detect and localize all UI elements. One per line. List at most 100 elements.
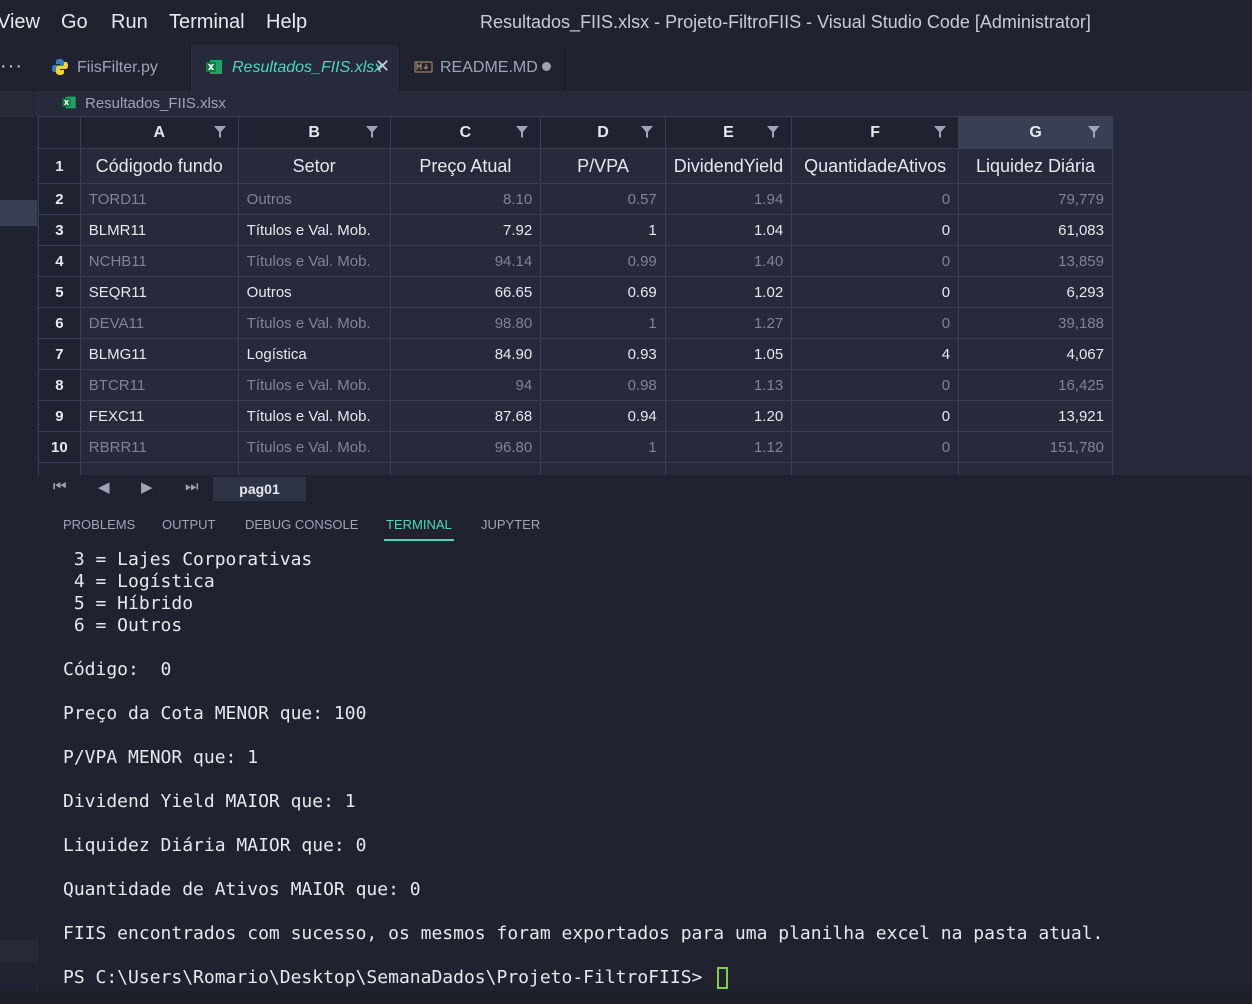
header-cell[interactable]: QuantidadeAtivos <box>791 148 960 184</box>
table-cell[interactable]: 8.10 <box>389 183 542 215</box>
more-actions-icon[interactable]: ··· <box>0 55 23 78</box>
table-cell[interactable]: 0 <box>791 245 960 277</box>
table-cell[interactable]: 0 <box>791 369 960 401</box>
sidebar-footer-item[interactable] <box>0 940 37 962</box>
row-number[interactable] <box>38 462 81 475</box>
menu-go[interactable]: Go <box>61 11 88 34</box>
table-cell[interactable]: 0.99 <box>540 245 666 277</box>
filter-icon[interactable] <box>934 125 947 139</box>
table-cell[interactable]: BTCR11 <box>79 369 239 401</box>
menu-terminal[interactable]: Terminal <box>169 11 245 34</box>
column-header-g[interactable]: G <box>958 116 1113 149</box>
last-sheet-icon[interactable]: ⏭ <box>185 478 199 495</box>
filter-icon[interactable] <box>516 125 529 139</box>
table-cell[interactable]: Outros <box>237 183 391 215</box>
row-number[interactable]: 7 <box>38 338 81 370</box>
row-number[interactable]: 6 <box>38 307 81 339</box>
table-cell[interactable]: 1.27 <box>664 307 793 339</box>
table-cell[interactable]: 0.93 <box>540 338 666 370</box>
table-cell[interactable]: 0 <box>791 307 960 339</box>
table-cell[interactable]: 66.65 <box>389 276 542 308</box>
header-cell[interactable]: Liquidez Diária <box>958 148 1113 184</box>
table-cell[interactable]: 0 <box>791 214 960 246</box>
table-cell[interactable]: 6,293 <box>958 276 1113 308</box>
row-number[interactable]: 3 <box>38 214 81 246</box>
table-cell[interactable]: 0.98 <box>540 369 666 401</box>
table-cell[interactable]: Títulos e Val. Mob. <box>237 307 391 339</box>
table-cell[interactable]: 1.12 <box>664 431 793 463</box>
table-cell[interactable] <box>958 462 1113 475</box>
filter-icon[interactable] <box>365 125 378 139</box>
table-cell[interactable]: 0 <box>791 183 960 215</box>
table-cell[interactable]: BLMR11 <box>79 214 239 246</box>
table-cell[interactable]: Títulos e Val. Mob. <box>237 245 391 277</box>
header-cell[interactable]: Preço Atual <box>389 148 542 184</box>
tab-debug-console[interactable]: DEBUG CONSOLE <box>245 517 358 532</box>
column-header-e[interactable]: E <box>664 116 793 149</box>
table-cell[interactable]: 87.68 <box>389 400 542 432</box>
tab-readme[interactable]: README.MD <box>400 45 565 91</box>
close-icon[interactable]: ✕ <box>375 56 390 77</box>
row-number[interactable]: 5 <box>38 276 81 308</box>
filter-icon[interactable] <box>213 125 226 139</box>
unsaved-dot-icon[interactable] <box>542 62 551 71</box>
table-cell[interactable]: RBRR11 <box>79 431 239 463</box>
header-cell[interactable]: Setor <box>237 148 391 184</box>
table-cell[interactable]: SEQR11 <box>79 276 239 308</box>
tab-terminal[interactable]: TERMINAL <box>386 517 452 532</box>
first-sheet-icon[interactable]: ⏮ <box>53 478 67 495</box>
table-cell[interactable]: 1.13 <box>664 369 793 401</box>
row-number[interactable]: 10 <box>38 431 81 463</box>
table-cell[interactable]: NCHB11 <box>79 245 239 277</box>
table-cell[interactable]: 98.80 <box>389 307 542 339</box>
table-cell[interactable]: 94.14 <box>389 245 542 277</box>
sheet-tab[interactable]: pag01 <box>213 477 306 501</box>
table-cell[interactable]: 96.80 <box>389 431 542 463</box>
row-number[interactable]: 9 <box>38 400 81 432</box>
table-cell[interactable]: Outros <box>237 276 391 308</box>
table-cell[interactable]: 7.92 <box>389 214 542 246</box>
filter-icon[interactable] <box>640 125 653 139</box>
table-cell[interactable]: Logística <box>237 338 391 370</box>
row-number[interactable]: 4 <box>38 245 81 277</box>
table-cell[interactable]: 4,067 <box>958 338 1113 370</box>
table-cell[interactable]: 13,921 <box>958 400 1113 432</box>
column-header-a[interactable]: A <box>79 116 239 149</box>
row-number[interactable]: 2 <box>38 183 81 215</box>
table-cell[interactable]: 1 <box>540 307 666 339</box>
header-cell[interactable]: P/VPA <box>540 148 666 184</box>
select-all-corner[interactable] <box>38 116 81 149</box>
next-sheet-icon[interactable]: ▶ <box>141 478 153 496</box>
tab-problems[interactable]: PROBLEMS <box>63 517 135 532</box>
table-cell[interactable]: 1.94 <box>664 183 793 215</box>
terminal-cursor[interactable] <box>717 967 728 989</box>
table-cell[interactable]: 1.40 <box>664 245 793 277</box>
table-cell[interactable]: 13,859 <box>958 245 1113 277</box>
table-cell[interactable] <box>791 462 960 475</box>
table-cell[interactable]: 4 <box>791 338 960 370</box>
menu-run[interactable]: Run <box>111 11 148 34</box>
tab-resultados-fiis[interactable]: Resultados_FIIS.xlsx ✕ <box>191 45 400 91</box>
table-cell[interactable]: TORD11 <box>79 183 239 215</box>
table-cell[interactable] <box>389 462 542 475</box>
table-cell[interactable] <box>237 462 391 475</box>
table-cell[interactable] <box>79 462 239 475</box>
table-cell[interactable]: BLMG11 <box>79 338 239 370</box>
table-cell[interactable]: 1 <box>540 214 666 246</box>
table-cell[interactable]: FEXC11 <box>79 400 239 432</box>
table-cell[interactable]: 0 <box>791 276 960 308</box>
table-cell[interactable]: 61,083 <box>958 214 1113 246</box>
table-cell[interactable]: Títulos e Val. Mob. <box>237 214 391 246</box>
table-cell[interactable]: DEVA11 <box>79 307 239 339</box>
row-number[interactable]: 1 <box>38 148 81 184</box>
menu-view[interactable]: View <box>0 11 40 34</box>
table-cell[interactable] <box>664 462 793 475</box>
column-header-f[interactable]: F <box>791 116 960 149</box>
table-cell[interactable]: Títulos e Val. Mob. <box>237 369 391 401</box>
table-cell[interactable]: 0 <box>791 431 960 463</box>
table-cell[interactable]: 1.05 <box>664 338 793 370</box>
tab-fiisfilter[interactable]: FiisFilter.py <box>37 45 191 91</box>
table-cell[interactable]: Títulos e Val. Mob. <box>237 400 391 432</box>
table-cell[interactable]: 94 <box>389 369 542 401</box>
previous-sheet-icon[interactable]: ◀ <box>98 478 110 496</box>
